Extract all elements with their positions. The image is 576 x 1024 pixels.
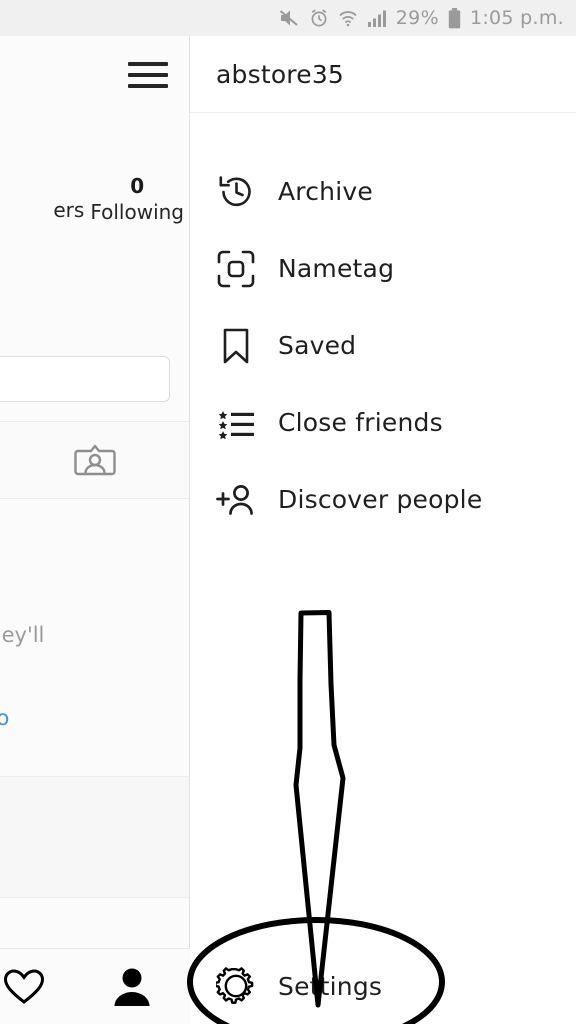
battery-icon xyxy=(448,7,461,29)
menu-header: abstore35 xyxy=(190,36,576,113)
menu-item-nametag[interactable]: Nametag xyxy=(190,230,576,307)
empty-state-line-1: eos, they'll xyxy=(0,623,45,647)
person-filled-icon xyxy=(110,966,154,1008)
hamburger-bar-1 xyxy=(128,62,168,66)
stat-following-value: 0 xyxy=(130,174,145,198)
empty-state-text: eos, they'll e. xyxy=(0,616,189,692)
nav-activity-button[interactable] xyxy=(0,965,48,1009)
profile-stats: ers 0 Following xyxy=(0,174,189,226)
hamburger-bar-2 xyxy=(128,73,168,77)
menu-item-discover-people-label: Discover people xyxy=(278,485,483,514)
bookmark-icon xyxy=(214,324,258,368)
menu-item-settings-label: Settings xyxy=(278,971,383,1001)
side-menu-panel: abstore35 Archive Nametag Saved Close fr… xyxy=(190,36,576,1024)
heart-icon xyxy=(3,968,45,1006)
content-placeholder-band xyxy=(0,776,189,898)
tagged-photos-icon[interactable] xyxy=(73,438,117,482)
alarm-icon xyxy=(309,8,329,28)
star-list-icon xyxy=(214,401,258,445)
menu-item-archive-label: Archive xyxy=(278,177,373,206)
profile-pane-background: ers 0 Following eos, they'll e. video xyxy=(0,36,190,1024)
stat-following[interactable]: 0 Following xyxy=(84,174,189,226)
signal-icon xyxy=(367,9,387,27)
menu-item-close-friends[interactable]: Close friends xyxy=(190,384,576,461)
menu-item-discover-people[interactable]: Discover people xyxy=(190,461,576,538)
menu-username: abstore35 xyxy=(216,59,345,89)
empty-state-link[interactable]: video xyxy=(0,706,9,730)
gear-icon xyxy=(214,964,258,1008)
menu-item-nametag-label: Nametag xyxy=(278,254,395,283)
app-screen: 29% 1:05 p.m. ers 0 Following ey'll abst… xyxy=(0,0,576,1024)
menu-item-close-friends-label: Close friends xyxy=(278,408,443,437)
menu-item-saved[interactable]: Saved xyxy=(190,307,576,384)
archive-clock-icon xyxy=(214,170,258,214)
nametag-scan-icon xyxy=(214,247,258,291)
edit-profile-button[interactable] xyxy=(0,356,170,402)
wifi-icon xyxy=(338,8,358,28)
stat-following-label: Following xyxy=(90,200,184,224)
profile-tabs-strip xyxy=(0,421,189,499)
hamburger-icon[interactable] xyxy=(128,62,168,90)
menu-item-archive[interactable]: Archive xyxy=(190,153,576,230)
nav-profile-button[interactable] xyxy=(108,965,156,1009)
battery-percent: 29% xyxy=(395,6,439,29)
empty-state-line-2: e. xyxy=(0,654,189,692)
person-add-icon xyxy=(214,478,258,522)
hamburger-bar-3 xyxy=(128,84,168,88)
status-bar: 29% 1:05 p.m. xyxy=(0,0,576,36)
menu-item-settings[interactable]: Settings xyxy=(190,948,576,1024)
clock-time: 1:05 p.m. xyxy=(469,6,564,29)
mute-icon xyxy=(278,8,300,28)
menu-item-saved-label: Saved xyxy=(278,331,357,360)
stat-followers-partial[interactable]: ers xyxy=(53,196,84,226)
